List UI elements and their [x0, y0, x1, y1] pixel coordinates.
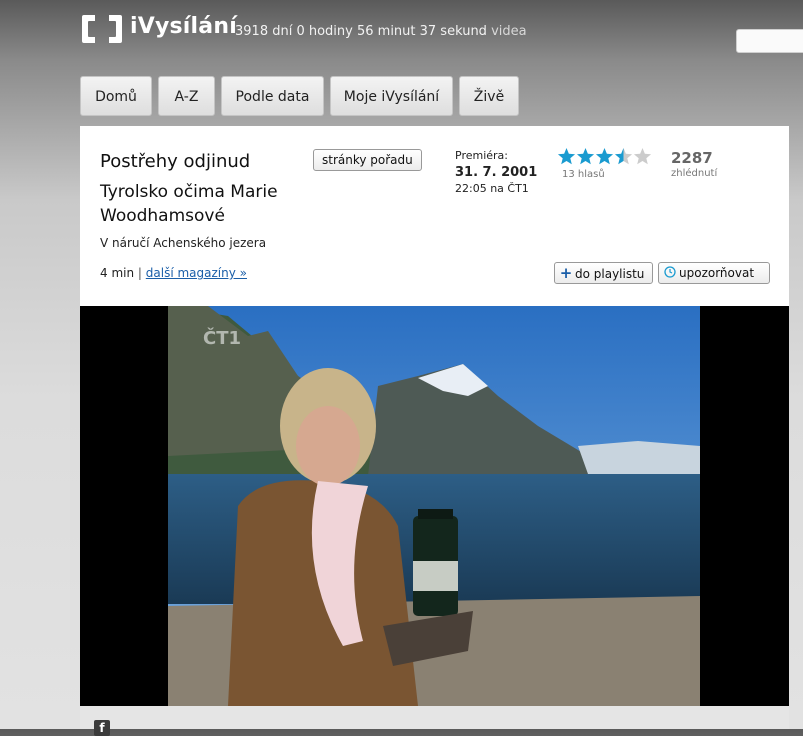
- tab-a-z[interactable]: A-Z: [158, 76, 215, 116]
- brand-title[interactable]: iVysílání: [130, 14, 237, 39]
- ct1-logo-icon: ČT1: [203, 327, 241, 349]
- star-3[interactable]: [595, 148, 614, 165]
- tab-home[interactable]: Domů: [80, 76, 152, 116]
- star-4[interactable]: [614, 148, 633, 165]
- notify-button[interactable]: upozorňovat: [658, 262, 770, 284]
- episode-title: Tyrolsko očima Marie Woodhamsové: [100, 182, 278, 226]
- tab-live[interactable]: Živě: [459, 76, 519, 116]
- duration: 4 min: [100, 266, 135, 280]
- view-count-label: zhlédnutí: [671, 168, 718, 179]
- video-frame[interactable]: ČT1: [168, 306, 700, 706]
- star-2[interactable]: [576, 148, 595, 165]
- clock-icon: [663, 263, 677, 283]
- share-bar: f: [80, 706, 789, 736]
- episode-description: V náručí Achenského jezera: [100, 236, 267, 250]
- premiere-time: 22:05 na ČT1: [455, 182, 529, 195]
- star-1[interactable]: [557, 148, 576, 165]
- notify-label: upozorňovat: [679, 266, 755, 280]
- tab-by-date[interactable]: Podle data: [221, 76, 324, 116]
- show-page-button[interactable]: stránky pořadu: [313, 149, 422, 171]
- program-info-card: Postřehy odjinud Tyrolsko očima Marie Wo…: [80, 126, 789, 306]
- separator: |: [137, 266, 142, 280]
- archive-counter: 3918 dní 0 hodiny 56 minut 37 sekund vid…: [235, 24, 527, 39]
- search-input[interactable]: [736, 29, 803, 53]
- counter-text: 3918 dní 0 hodiny 56 minut 37 sekund: [235, 24, 487, 39]
- premiere-date: 31. 7. 2001: [455, 165, 538, 180]
- ct-logo-icon[interactable]: [80, 13, 124, 45]
- top-bar: iVysílání 3918 dní 0 hodiny 56 minut 37 …: [0, 0, 803, 70]
- video-player[interactable]: ČT1: [80, 306, 789, 706]
- program-title: Postřehy odjinud: [100, 151, 251, 172]
- star-5[interactable]: [633, 148, 652, 165]
- rating-stars[interactable]: [557, 147, 653, 167]
- premiere-label: Premiéra:: [455, 149, 508, 162]
- facebook-icon[interactable]: f: [94, 720, 110, 736]
- tab-my-ivysilani[interactable]: Moje iVysílání: [330, 76, 453, 116]
- view-count: 2287: [671, 149, 713, 167]
- add-to-playlist-button[interactable]: + do playlistu: [554, 262, 653, 284]
- playlist-label: do playlistu: [575, 267, 645, 281]
- episode-meta: 4 min | další magazíny »: [100, 266, 247, 280]
- vote-count: 13 hlasů: [562, 169, 605, 180]
- plus-icon: +: [559, 264, 573, 282]
- more-magazines-link[interactable]: další magazíny »: [146, 266, 247, 280]
- counter-suffix: videa: [491, 24, 527, 39]
